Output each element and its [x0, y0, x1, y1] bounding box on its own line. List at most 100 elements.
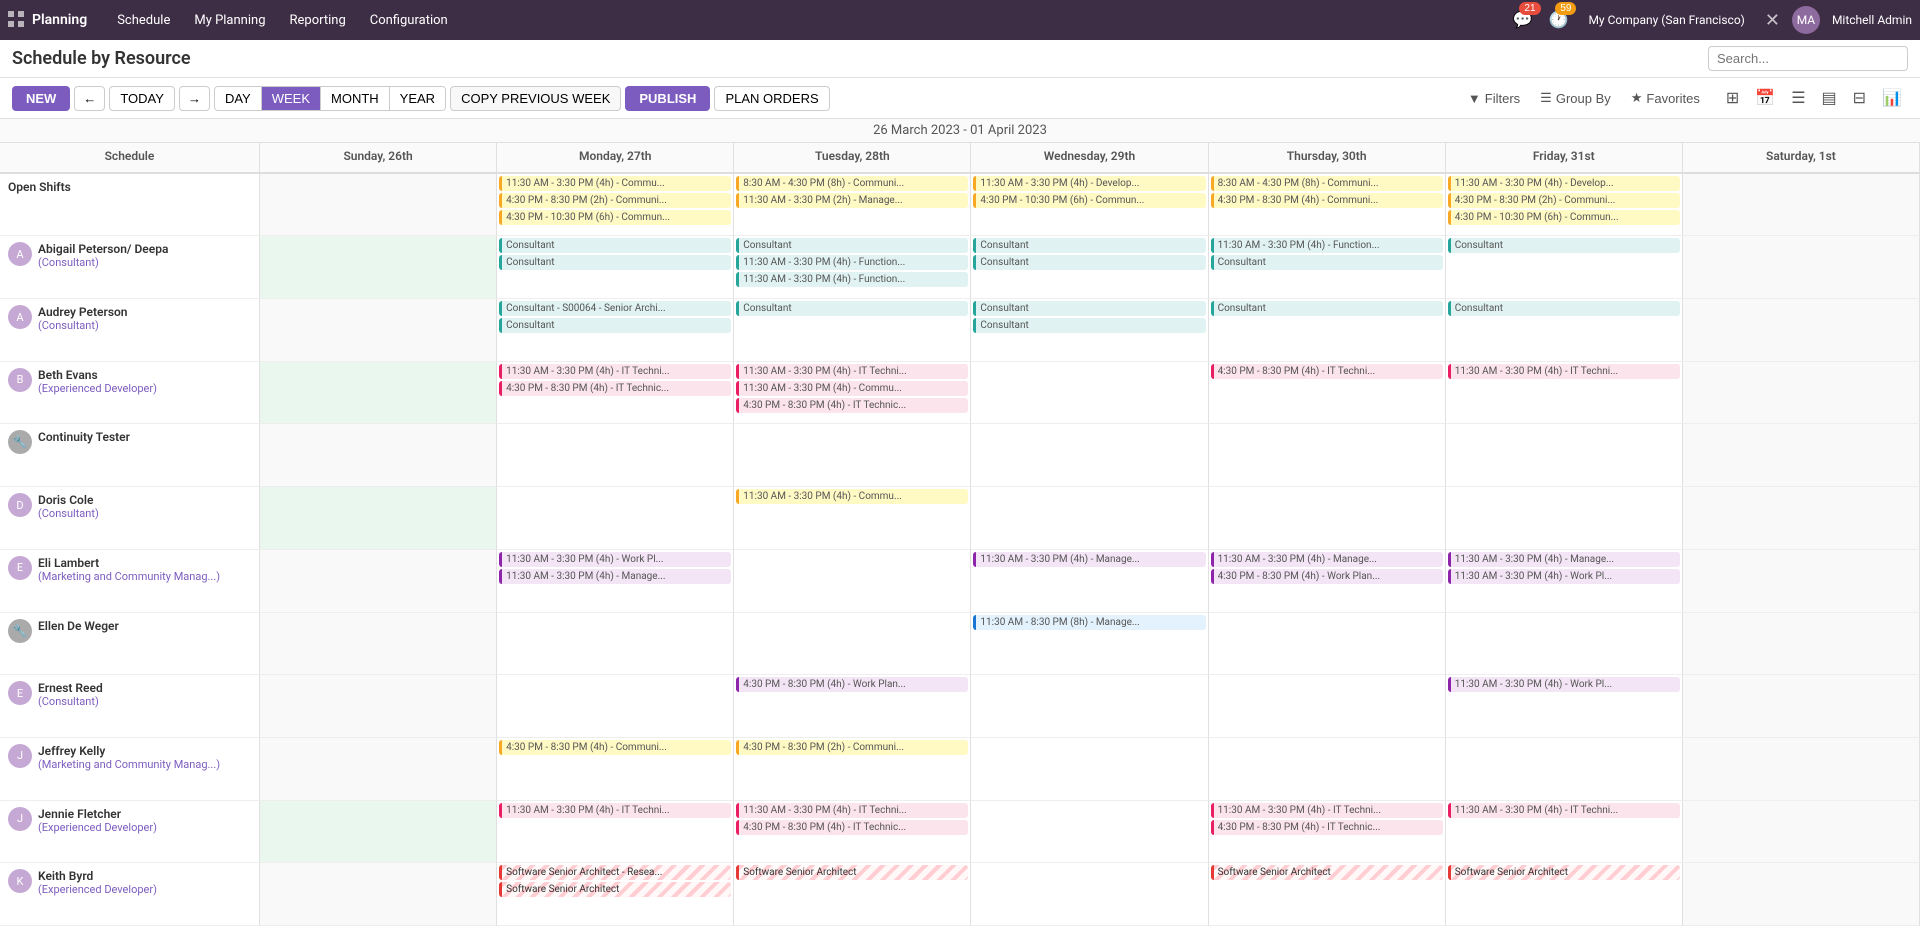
month-view-btn[interactable]: MONTH: [321, 87, 390, 110]
day-cell-3-3[interactable]: [971, 362, 1208, 425]
event-6-4-1[interactable]: 4:30 PM - 8:30 PM (4h) - Work Plan...: [1211, 569, 1443, 584]
publish-button[interactable]: PUBLISH: [625, 86, 710, 111]
event-3-2-1[interactable]: 11:30 AM - 3:30 PM (4h) - Commu...: [736, 381, 968, 396]
day-cell-10-3[interactable]: [971, 801, 1208, 864]
event-1-5-0[interactable]: Consultant: [1448, 238, 1680, 253]
event-11-2-0[interactable]: Software Senior Architect: [736, 865, 968, 880]
day-cell-8-2[interactable]: 4:30 PM - 8:30 PM (4h) - Work Plan...: [734, 675, 971, 738]
event-0-5-0[interactable]: 11:30 AM - 3:30 PM (4h) - Develop...: [1448, 176, 1680, 191]
day-cell-7-4[interactable]: [1209, 613, 1446, 676]
event-6-5-0[interactable]: 11:30 AM - 3:30 PM (4h) - Manage...: [1448, 552, 1680, 567]
event-5-2-0[interactable]: 11:30 AM - 3:30 PM (4h) - Commu...: [736, 489, 968, 504]
day-cell-9-6[interactable]: [1683, 738, 1920, 801]
day-cell-9-1[interactable]: 4:30 PM - 8:30 PM (4h) - Communi...: [497, 738, 734, 801]
day-cell-9-3[interactable]: [971, 738, 1208, 801]
day-cell-6-1[interactable]: 11:30 AM - 3:30 PM (4h) - Work Pl...11:3…: [497, 550, 734, 613]
plan-orders-button[interactable]: PLAN ORDERS: [714, 86, 829, 111]
day-cell-2-0[interactable]: [260, 299, 497, 362]
calendar-icon-btn[interactable]: 📅: [1749, 84, 1781, 112]
day-cell-6-0[interactable]: [260, 550, 497, 613]
event-2-3-0[interactable]: Consultant: [973, 301, 1205, 316]
event-0-4-1[interactable]: 4:30 PM - 8:30 PM (4h) - Communi...: [1211, 193, 1443, 208]
day-cell-1-4[interactable]: 11:30 AM - 3:30 PM (4h) - Function...Con…: [1209, 236, 1446, 299]
favorites-button[interactable]: ★ Favorites: [1623, 86, 1708, 110]
day-cell-9-0[interactable]: [260, 738, 497, 801]
day-cell-8-4[interactable]: [1209, 675, 1446, 738]
day-cell-4-1[interactable]: [497, 424, 734, 487]
event-3-2-0[interactable]: 11:30 AM - 3:30 PM (4h) - IT Techni...: [736, 364, 968, 379]
event-3-5-0[interactable]: 11:30 AM - 3:30 PM (4h) - IT Techni...: [1448, 364, 1680, 379]
event-1-1-1[interactable]: Consultant: [499, 255, 731, 270]
event-10-2-0[interactable]: 11:30 AM - 3:30 PM (4h) - IT Techni...: [736, 803, 968, 818]
event-3-4-0[interactable]: 4:30 PM - 8:30 PM (4h) - IT Techni...: [1211, 364, 1443, 379]
event-2-1-0[interactable]: Consultant - S00064 - Senior Archi...: [499, 301, 731, 316]
event-0-1-0[interactable]: 11:30 AM - 3:30 PM (4h) - Commu...: [499, 176, 731, 191]
event-3-2-2[interactable]: 4:30 PM - 8:30 PM (4h) - IT Technic...: [736, 398, 968, 413]
day-cell-7-5[interactable]: [1446, 613, 1683, 676]
nav-my-planning[interactable]: My Planning: [184, 9, 275, 32]
event-9-2-0[interactable]: 4:30 PM - 8:30 PM (2h) - Communi...: [736, 740, 968, 755]
day-cell-8-0[interactable]: [260, 675, 497, 738]
event-1-2-0[interactable]: Consultant: [736, 238, 968, 253]
event-2-1-1[interactable]: Consultant: [499, 318, 731, 333]
event-0-1-2[interactable]: 4:30 PM - 10:30 PM (6h) - Commun...: [499, 210, 731, 225]
event-1-2-1[interactable]: 11:30 AM - 3:30 PM (4h) - Function...: [736, 255, 968, 270]
day-cell-7-3[interactable]: 11:30 AM - 8:30 PM (8h) - Manage...: [971, 613, 1208, 676]
filters-button[interactable]: ▼ Filters: [1460, 87, 1528, 110]
year-view-btn[interactable]: YEAR: [390, 87, 445, 110]
event-0-1-1[interactable]: 4:30 PM - 8:30 PM (2h) - Communi...: [499, 193, 731, 208]
copy-prev-button[interactable]: COPY PREVIOUS WEEK: [450, 86, 621, 111]
day-cell-3-2[interactable]: 11:30 AM - 3:30 PM (4h) - IT Techni... 11…: [734, 362, 971, 425]
day-view-btn[interactable]: DAY: [215, 87, 262, 110]
day-cell-3-1[interactable]: 11:30 AM - 3:30 PM (4h) - IT Techni...4:…: [497, 362, 734, 425]
event-1-3-0[interactable]: Consultant: [973, 238, 1205, 253]
day-cell-6-5[interactable]: 11:30 AM - 3:30 PM (4h) - Manage...11:30…: [1446, 550, 1683, 613]
event-7-3-0[interactable]: 11:30 AM - 8:30 PM (8h) - Manage...: [973, 615, 1205, 630]
day-cell-5-5[interactable]: [1446, 487, 1683, 550]
search-input[interactable]: [1708, 46, 1908, 71]
gantt-icon-btn[interactable]: ▤: [1816, 84, 1843, 112]
day-cell-4-5[interactable]: [1446, 424, 1683, 487]
day-cell-5-2[interactable]: 11:30 AM - 3:30 PM (4h) - Commu...: [734, 487, 971, 550]
day-cell-1-5[interactable]: Consultant: [1446, 236, 1683, 299]
day-cell-1-0[interactable]: [260, 236, 497, 299]
day-cell-6-6[interactable]: [1683, 550, 1920, 613]
today-button[interactable]: TODAY: [109, 86, 175, 111]
day-cell-3-4[interactable]: 4:30 PM - 8:30 PM (4h) - IT Techni...: [1209, 362, 1446, 425]
day-cell-5-1[interactable]: [497, 487, 734, 550]
day-cell-7-6[interactable]: [1683, 613, 1920, 676]
event-2-5-0[interactable]: Consultant: [1448, 301, 1680, 316]
day-cell-11-4[interactable]: Software Senior Architect: [1209, 863, 1446, 926]
event-10-2-1[interactable]: 4:30 PM - 8:30 PM (4h) - IT Technic...: [736, 820, 968, 835]
pivot-icon-btn[interactable]: ⊟: [1847, 84, 1872, 112]
day-cell-4-0[interactable]: [260, 424, 497, 487]
day-cell-11-2[interactable]: Software Senior Architect: [734, 863, 971, 926]
day-cell-10-4[interactable]: 11:30 AM - 3:30 PM (4h) - IT Techni...4:…: [1209, 801, 1446, 864]
day-cell-11-3[interactable]: [971, 863, 1208, 926]
day-cell-11-0[interactable]: [260, 863, 497, 926]
event-11-5-0[interactable]: Software Senior Architect: [1448, 865, 1680, 880]
day-cell-0-5[interactable]: 11:30 AM - 3:30 PM (4h) - Develop...4:30…: [1446, 174, 1683, 237]
day-cell-10-5[interactable]: 11:30 AM - 3:30 PM (4h) - IT Techni...: [1446, 801, 1683, 864]
event-0-2-0[interactable]: 8:30 AM - 4:30 PM (8h) - Communi...: [736, 176, 968, 191]
day-cell-0-2[interactable]: 8:30 AM - 4:30 PM (8h) - Communi...11:30…: [734, 174, 971, 237]
event-3-1-1[interactable]: 4:30 PM - 8:30 PM (4h) - IT Technic...: [499, 381, 731, 396]
day-cell-0-3[interactable]: 11:30 AM - 3:30 PM (4h) - Develop...4:30…: [971, 174, 1208, 237]
group-by-button[interactable]: ☰ Group By: [1532, 86, 1619, 110]
close-icon-btn[interactable]: ✕: [1761, 6, 1784, 35]
day-cell-0-1[interactable]: 11:30 AM - 3:30 PM (4h) - Commu... 4:30 P…: [497, 174, 734, 237]
activity-icon-btn[interactable]: 🕐59: [1545, 6, 1573, 34]
day-cell-5-3[interactable]: [971, 487, 1208, 550]
event-11-1-0[interactable]: Software Senior Architect - Resea...: [499, 865, 731, 880]
event-2-4-0[interactable]: Consultant: [1211, 301, 1443, 316]
day-cell-9-2[interactable]: 4:30 PM - 8:30 PM (2h) - Communi...: [734, 738, 971, 801]
avatar[interactable]: MA: [1792, 6, 1820, 34]
day-cell-3-6[interactable]: [1683, 362, 1920, 425]
event-1-1-0[interactable]: Consultant: [499, 238, 731, 253]
day-cell-0-6[interactable]: [1683, 174, 1920, 237]
event-9-1-0[interactable]: 4:30 PM - 8:30 PM (4h) - Communi...: [499, 740, 731, 755]
day-cell-10-0[interactable]: [260, 801, 497, 864]
event-6-3-0[interactable]: 11:30 AM - 3:30 PM (4h) - Manage...: [973, 552, 1205, 567]
nav-schedule[interactable]: Schedule: [107, 9, 180, 32]
day-cell-5-6[interactable]: [1683, 487, 1920, 550]
